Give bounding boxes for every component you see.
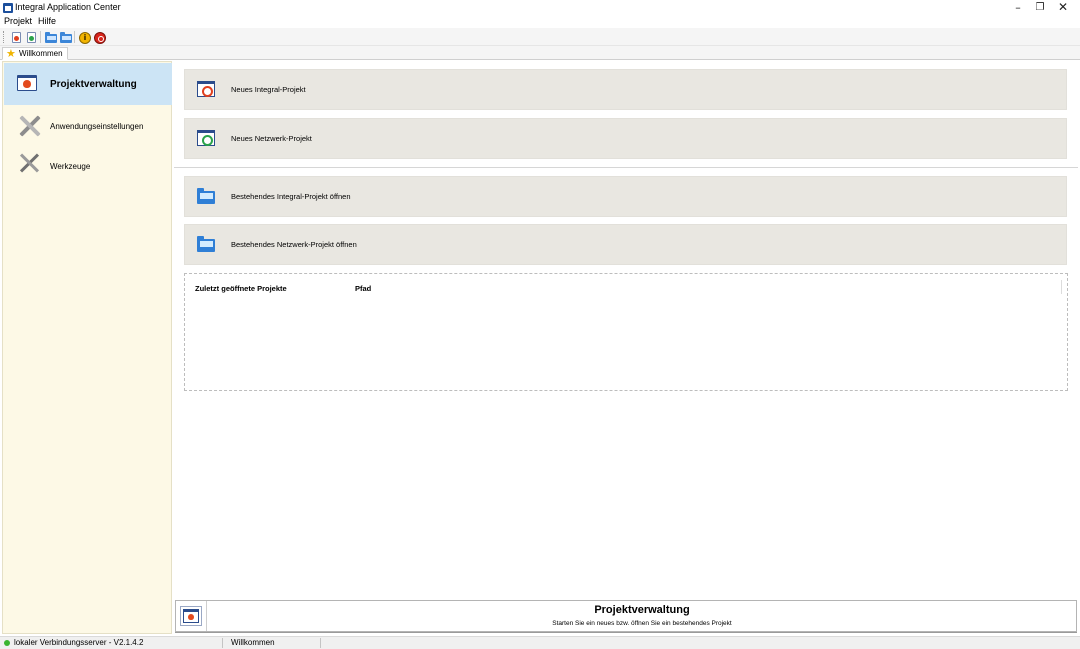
open-integral-project-icon (45, 32, 57, 43)
open-folder-icon (197, 236, 215, 252)
status-separator (320, 638, 321, 648)
hammer-icon (18, 151, 42, 175)
exit-button[interactable] (92, 30, 106, 44)
action-label: Neues Integral-Projekt (231, 85, 306, 94)
new-network-project-icon (27, 32, 36, 43)
connection-status-text: lokaler Verbindungsserver - V2.1.4.2 (14, 638, 144, 647)
recent-projects-list[interactable]: Zuletzt geöffnete Projekte Pfad (184, 273, 1068, 391)
column-header-path[interactable]: Pfad (355, 284, 371, 293)
info-panel-title: Projektverwaltung (594, 604, 690, 616)
app-title: Integral Application Center (15, 2, 121, 12)
close-button[interactable]: ✕ (1052, 0, 1074, 15)
new-integral-project-action[interactable]: Neues Integral-Projekt (184, 69, 1067, 110)
new-integral-project-icon (197, 81, 215, 97)
sidebar-item-label: Projektverwaltung (50, 78, 137, 90)
open-integral-project-button[interactable] (43, 30, 57, 44)
info-panel-icon-box (180, 606, 202, 626)
open-network-project-icon (60, 32, 72, 43)
open-folder-icon (197, 188, 215, 204)
column-header-recent-projects[interactable]: Zuletzt geöffnete Projekte (195, 284, 287, 293)
new-integral-project-icon (12, 32, 21, 43)
menu-hilfe[interactable]: Hilfe (38, 16, 56, 27)
status-separator (222, 638, 223, 648)
project-icon (183, 609, 199, 623)
exit-icon (94, 32, 106, 44)
menu-projekt[interactable]: Projekt (4, 16, 32, 27)
minimize-button[interactable]: – (1007, 0, 1029, 15)
new-network-project-action[interactable]: Neues Netzwerk-Projekt (184, 118, 1067, 159)
app-icon (3, 3, 13, 13)
new-network-project-icon (197, 130, 215, 146)
action-label: Bestehendes Integral-Projekt öffnen (231, 192, 351, 201)
toolbar-separator (40, 31, 41, 43)
sidebar-item-label: Werkzeuge (50, 161, 91, 171)
info-panel: Projektverwaltung Starten Sie ein neues … (175, 600, 1077, 632)
sidebar-item-anwendungseinstellungen[interactable]: Anwendungseinstellungen (4, 105, 172, 147)
open-integral-project-action[interactable]: Bestehendes Integral-Projekt öffnen (184, 176, 1067, 217)
sidebar: Projektverwaltung Anwendungseinstellunge… (2, 61, 172, 634)
info-icon: i (79, 32, 91, 44)
menu-bar: Projekt Hilfe (0, 15, 1080, 28)
open-network-project-button[interactable] (58, 30, 72, 44)
main-content: Neues Integral-Projekt Neues Netzwerk-Pr… (174, 61, 1078, 634)
action-label: Bestehendes Netzwerk-Projekt öffnen (231, 240, 357, 249)
toolbar-separator (74, 31, 75, 43)
tab-willkommen[interactable]: ★ Willkommen (2, 47, 68, 60)
maximize-button[interactable]: ❐ (1029, 0, 1051, 15)
tab-label: Willkommen (19, 49, 63, 58)
title-bar: Integral Application Center – ❐ ✕ (0, 0, 1080, 15)
sidebar-item-werkzeuge[interactable]: Werkzeuge (4, 145, 172, 187)
sidebar-item-projektverwaltung[interactable]: Projektverwaltung (4, 63, 172, 105)
project-icon (17, 75, 37, 91)
status-bar: lokaler Verbindungsserver - V2.1.4.2 Wil… (0, 636, 1080, 649)
action-label: Neues Netzwerk-Projekt (231, 134, 312, 143)
new-network-project-button[interactable] (24, 30, 38, 44)
info-panel-subtitle: Starten Sie ein neues bzw. öffnen Sie ei… (552, 620, 732, 627)
tab-strip: ★ Willkommen (0, 46, 1080, 60)
new-integral-project-button[interactable] (9, 30, 23, 44)
toolbar: i (0, 28, 1080, 46)
section-divider (174, 167, 1078, 168)
toolbar-grip[interactable] (3, 31, 5, 43)
connection-status-icon (4, 640, 10, 646)
info-button[interactable]: i (77, 30, 91, 44)
open-network-project-action[interactable]: Bestehendes Netzwerk-Projekt öffnen (184, 224, 1067, 265)
tools-icon (18, 114, 42, 138)
sidebar-item-label: Anwendungseinstellungen (50, 121, 144, 131)
column-separator (1061, 280, 1062, 294)
current-page-status: Willkommen (231, 638, 275, 647)
star-icon: ★ (6, 47, 16, 60)
